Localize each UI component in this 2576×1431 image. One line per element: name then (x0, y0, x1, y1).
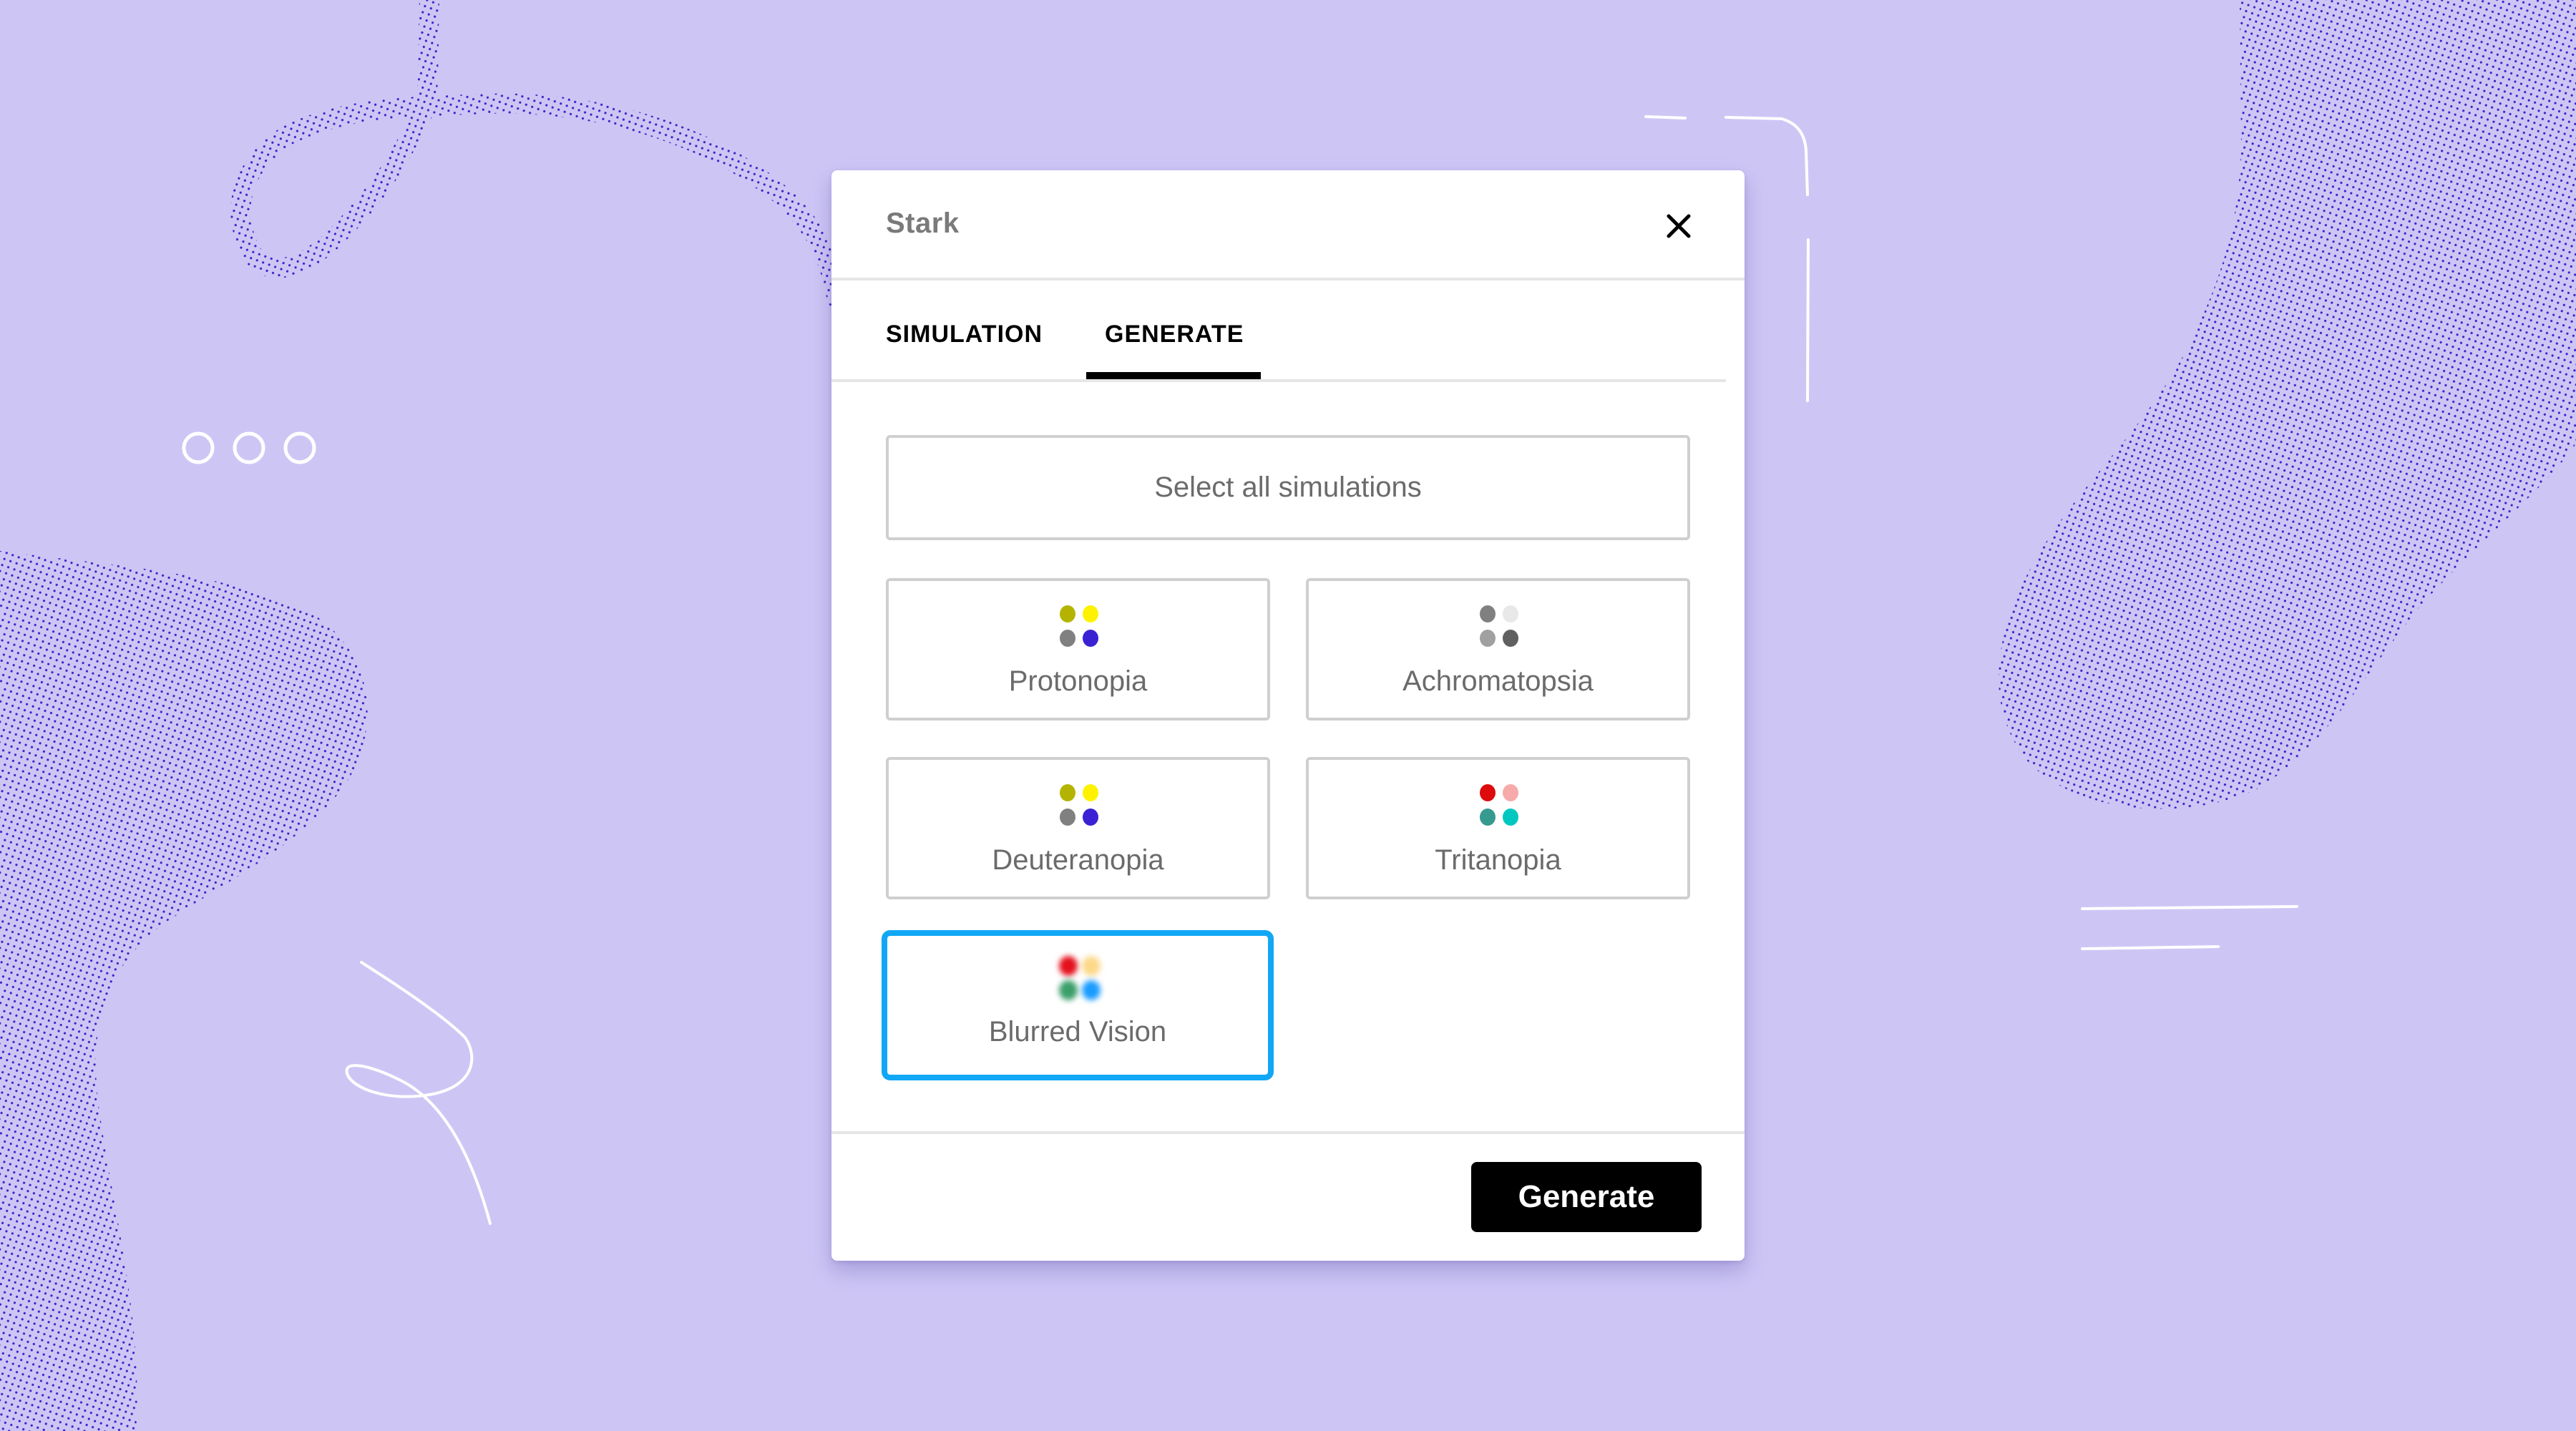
color-dot (1082, 980, 1101, 1000)
color-dot (1479, 605, 1496, 622)
option-protonopia[interactable]: Protonopia (886, 578, 1270, 721)
color-dot (1082, 605, 1098, 622)
option-achromatopsia[interactable]: Achromatopsia (1306, 578, 1690, 721)
tab-bar: SIMULATION GENERATE (831, 280, 1726, 382)
color-dot (1059, 980, 1078, 1000)
close-button[interactable] (1663, 210, 1694, 242)
white-lines (2081, 905, 2298, 950)
color-dot (1082, 956, 1101, 976)
color-dot (1059, 956, 1078, 976)
color-dot (1059, 605, 1075, 622)
color-dots-icon (1477, 605, 1520, 650)
tab-generate[interactable]: GENERATE (1086, 280, 1261, 379)
modal-title: Stark (886, 207, 960, 239)
option-deuteranopia[interactable]: Deuteranopia (886, 757, 1270, 899)
white-squiggle (345, 961, 492, 1225)
color-dot (1479, 630, 1496, 647)
option-label: Tritanopia (1435, 844, 1561, 876)
option-label: Blurred Vision (988, 1016, 1167, 1047)
option-label: Deuteranopia (992, 844, 1164, 876)
color-dot (1502, 809, 1518, 826)
option-label: Protonopia (1008, 665, 1148, 697)
color-dots-icon (1057, 605, 1100, 650)
color-dot (1059, 784, 1075, 801)
dotted-blob-left (0, 551, 368, 1431)
modal-header: Stark (831, 170, 1745, 280)
color-dot (1082, 809, 1098, 826)
color-dot (1479, 784, 1496, 801)
active-tab-indicator (1086, 372, 1261, 379)
color-dot (1479, 809, 1496, 826)
color-dots-icon (1477, 784, 1520, 829)
color-dot (1059, 630, 1075, 647)
stark-modal: Stark SIMULATION GENERATE Select all sim… (831, 170, 1745, 1261)
close-icon (1667, 214, 1691, 238)
tab-generate-label: GENERATE (1105, 321, 1244, 348)
dotted-blob-right (1998, 0, 2576, 809)
tab-simulation[interactable]: SIMULATION (886, 280, 1072, 379)
color-dot (1082, 784, 1098, 801)
color-dot (1502, 630, 1518, 647)
footer-divider (831, 1131, 1745, 1134)
color-dot (1502, 605, 1518, 622)
three-circles-icon (182, 431, 316, 464)
option-tritanopia[interactable]: Tritanopia (1306, 757, 1690, 899)
color-dot (1502, 784, 1518, 801)
color-dots-icon (1057, 784, 1100, 829)
generate-button[interactable]: Generate (1471, 1162, 1702, 1232)
blurred-dots-icon (1056, 956, 1101, 1000)
option-label: Achromatopsia (1402, 665, 1594, 697)
select-all-simulations-button[interactable]: Select all simulations (886, 435, 1690, 540)
tab-simulation-label: SIMULATION (886, 321, 1043, 348)
option-blurred-vision[interactable]: Blurred Vision (882, 930, 1274, 1080)
color-dot (1082, 630, 1098, 647)
color-dot (1059, 809, 1075, 826)
dotted-loop (230, 0, 847, 311)
